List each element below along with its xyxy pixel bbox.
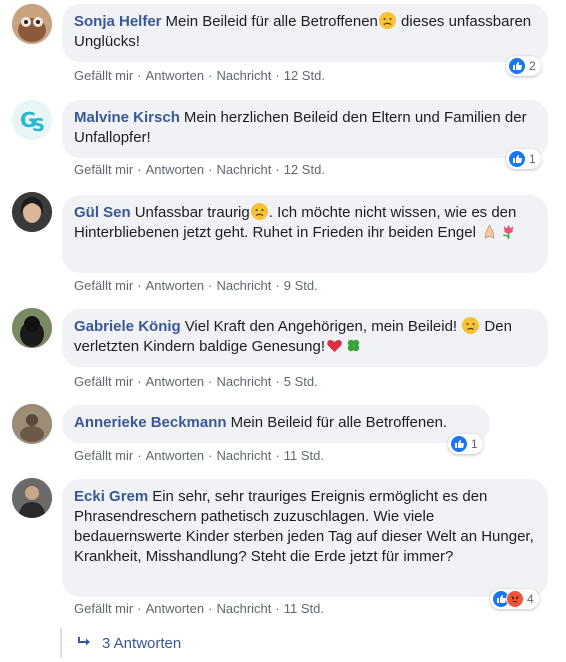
comment-bubble: Gabriele König Viel Kraft den Angehörigen… [62, 309, 548, 367]
separator: · [208, 68, 213, 83]
timestamp[interactable]: 12 Std. [284, 162, 325, 177]
view-replies-link[interactable]: 3 Antworten [60, 628, 360, 658]
separator: · [137, 601, 142, 616]
comment-bubble: Annerieke Beckmann Mein Beileid für alle … [62, 405, 490, 443]
separator: · [137, 68, 142, 83]
separator: · [275, 448, 280, 463]
separator: · [208, 601, 213, 616]
avatar[interactable] [12, 4, 52, 44]
reactions-count: 1 [471, 437, 478, 451]
reply-button[interactable]: Antworten [146, 448, 205, 463]
separator: · [208, 162, 213, 177]
reactions-badge[interactable]: 4 [490, 589, 539, 609]
reactions-count: 2 [529, 59, 536, 73]
reactions-count: 1 [529, 152, 536, 166]
message-button[interactable]: Nachricht [216, 162, 271, 177]
reply-button[interactable]: Antworten [146, 374, 205, 389]
message-button[interactable]: Nachricht [216, 601, 271, 616]
separator: · [275, 278, 280, 293]
comment-actions: Gefällt mir · Antworten · Nachricht · 12 Std. [74, 161, 325, 179]
comment-actions: Gefällt mir · Antworten · Nachricht · 9 Std. [74, 277, 318, 295]
comment-text: Mein Beileid für alle Betroffenen. [230, 414, 448, 431]
avatar[interactable]: G S [12, 100, 52, 140]
message-button[interactable]: Nachricht [216, 448, 271, 463]
four-leaf-clover-icon [345, 337, 362, 354]
reply-button[interactable]: Antworten [146, 68, 205, 83]
avatar[interactable] [12, 308, 52, 348]
like-button[interactable]: Gefällt mir [74, 601, 133, 616]
timestamp[interactable]: 5 Std. [284, 374, 318, 389]
comment-actions: Gefällt mir · Antworten · Nachricht · 5 Std. [74, 373, 318, 391]
separator: · [137, 374, 142, 389]
message-button[interactable]: Nachricht [216, 278, 271, 293]
comment-author[interactable]: Gül Sen [74, 204, 131, 221]
timestamp[interactable]: 11 Std. [284, 601, 324, 616]
comment-bubble: Gül Sen Unfassbar traurig. Ich möchte nic… [62, 195, 548, 273]
timestamp[interactable]: 12 Std. [284, 68, 325, 83]
reply-button[interactable]: Antworten [146, 278, 205, 293]
like-icon [450, 435, 468, 453]
like-button[interactable]: Gefällt mir [74, 162, 133, 177]
like-button[interactable]: Gefällt mir [74, 374, 133, 389]
comment-bubble: Sonja Helfer Mein Beileid für alle Betrof… [62, 4, 548, 62]
red-heart-icon [326, 337, 343, 354]
angry-icon [506, 590, 524, 608]
reactions-count: 4 [527, 592, 534, 606]
separator: · [275, 374, 280, 389]
message-button[interactable]: Nachricht [216, 68, 271, 83]
comment-actions: Gefällt mir · Antworten · Nachricht · 11 Std. [74, 447, 324, 465]
replies-count-label: 3 Antworten [102, 634, 182, 652]
separator: · [208, 374, 213, 389]
comment-bubble: Malvine Kirsch Mein herzlichen Beileid de… [62, 100, 548, 158]
sad-face-icon [250, 203, 268, 220]
avatar[interactable] [12, 404, 52, 444]
reactions-badge[interactable]: 1 [506, 149, 541, 169]
like-button[interactable]: Gefällt mir [74, 448, 133, 463]
comment-text: Viel Kraft den Angehörigen, mein Beileid… [184, 318, 462, 335]
separator: · [275, 601, 280, 616]
like-icon [508, 57, 526, 75]
reply-button[interactable]: Antworten [146, 162, 205, 177]
reactions-badge[interactable]: 2 [506, 56, 541, 76]
separator: · [137, 278, 142, 293]
separator: · [208, 278, 213, 293]
comment-text: Mein Beileid für alle Betroffenen [165, 13, 378, 30]
comment-author[interactable]: Gabriele König [74, 318, 181, 335]
separator: · [275, 68, 280, 83]
comment-author[interactable]: Ecki Grem [74, 488, 148, 505]
like-button[interactable]: Gefällt mir [74, 68, 133, 83]
sad-face-icon [378, 12, 396, 29]
like-icon [508, 150, 526, 168]
crying-face-icon [462, 317, 480, 334]
comment-author[interactable]: Malvine Kirsch [74, 109, 180, 126]
separator: · [137, 448, 142, 463]
comment-bubble: Ecki Grem Ein sehr, sehr trauriges Ereign… [62, 479, 548, 597]
svg-text:S: S [32, 115, 45, 136]
avatar[interactable] [12, 478, 52, 518]
reply-button[interactable]: Antworten [146, 601, 205, 616]
message-button[interactable]: Nachricht [216, 374, 271, 389]
timestamp[interactable]: 9 Std. [284, 278, 318, 293]
comment-author[interactable]: Sonja Helfer [74, 13, 162, 30]
like-button[interactable]: Gefällt mir [74, 278, 133, 293]
separator: · [208, 448, 213, 463]
separator: · [275, 162, 280, 177]
comment-actions: Gefällt mir · Antworten · Nachricht · 12 Std. [74, 67, 325, 85]
comment-text: Unfassbar traurig [134, 204, 250, 221]
tulip-icon [500, 223, 517, 240]
reactions-badge[interactable]: 1 [448, 434, 483, 454]
comment-actions: Gefällt mir · Antworten · Nachricht · 11 Std. [74, 600, 324, 618]
avatar[interactable] [12, 192, 52, 232]
timestamp[interactable]: 11 Std. [284, 448, 324, 463]
separator: · [137, 162, 142, 177]
praying-hands-icon [481, 223, 498, 240]
comment-author[interactable]: Annerieke Beckmann [74, 414, 227, 431]
reply-arrow-icon [78, 635, 92, 652]
